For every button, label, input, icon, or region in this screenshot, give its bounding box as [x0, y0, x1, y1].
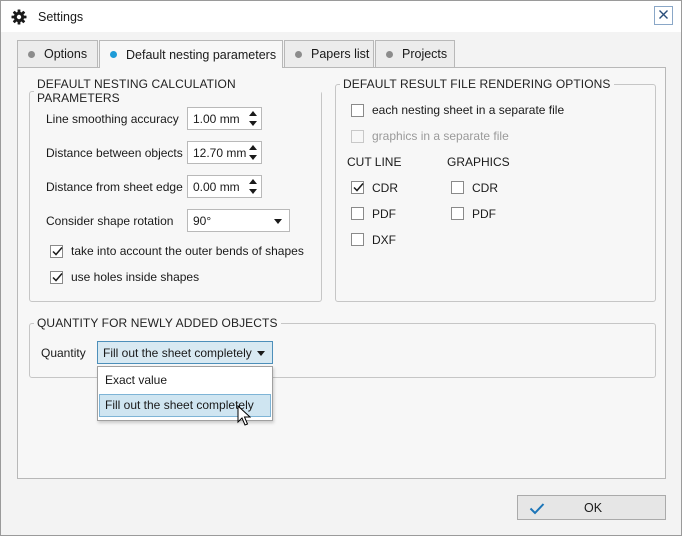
checkmark-icon — [52, 273, 63, 282]
distance-edge-spinner[interactable]: 0.00 mm — [187, 175, 262, 198]
ok-button[interactable]: OK — [517, 495, 666, 520]
quantity-value: Fill out the sheet completely — [103, 346, 252, 360]
distance-objects-label: Distance between objects — [46, 146, 183, 160]
tab-dot-icon — [386, 50, 393, 58]
close-icon — [658, 9, 669, 23]
cut-line-dxf-checkbox[interactable] — [351, 233, 364, 246]
distance-edge-label: Distance from sheet edge — [46, 180, 183, 194]
cut-line-dxf-label: DXF — [372, 233, 396, 247]
distance-objects-value: 12.70 mm — [193, 146, 247, 160]
cut-line-pdf-label: PDF — [372, 207, 396, 221]
line-smoothing-spinner[interactable]: 1.00 mm — [187, 107, 262, 130]
tab-label: Papers list — [311, 47, 370, 61]
increment-icon[interactable] — [249, 179, 257, 184]
close-button[interactable] — [654, 6, 673, 25]
holes-inside-label: use holes inside shapes — [71, 270, 200, 284]
distance-edge-value: 0.00 mm — [193, 180, 240, 194]
decrement-icon[interactable] — [249, 155, 257, 160]
shape-rotation-value: 90° — [193, 214, 212, 228]
tab-options[interactable]: Options — [17, 40, 98, 67]
line-smoothing-value: 1.00 mm — [193, 112, 240, 126]
tab-label: Projects — [402, 47, 448, 61]
quantity-label: Quantity — [41, 346, 86, 360]
tab-dot-icon — [110, 51, 117, 58]
dropdown-option-exact-value[interactable]: Exact value — [99, 369, 271, 392]
increment-icon[interactable] — [249, 111, 257, 116]
spinner-arrows[interactable] — [245, 142, 261, 163]
checkmark-icon — [353, 183, 364, 192]
checkmark-icon — [529, 502, 545, 518]
graphics-pdf-checkbox[interactable] — [451, 207, 464, 220]
shape-rotation-label: Consider shape rotation — [46, 214, 174, 228]
calc-params-legend: DEFAULT NESTING CALCULATION PARAMETERS — [37, 77, 236, 105]
dialog-title: Settings — [38, 10, 84, 24]
line-smoothing-label: Line smoothing accuracy — [46, 112, 179, 126]
settings-dialog: Settings Options Default nesting paramet… — [0, 0, 682, 536]
spinner-arrows[interactable] — [245, 176, 261, 197]
quantity-legend: QUANTITY FOR NEWLY ADDED OBJECTS — [37, 316, 278, 330]
tab-dot-icon — [295, 50, 302, 58]
tab-default-nesting-parameters[interactable]: Default nesting parameters — [99, 40, 283, 68]
distance-objects-spinner[interactable]: 12.70 mm — [187, 141, 262, 164]
outer-bends-checkbox[interactable] — [50, 245, 63, 258]
mouse-cursor-icon — [237, 404, 252, 430]
spinner-arrows[interactable] — [245, 108, 261, 129]
separate-file-label: each nesting sheet in a separate file — [372, 103, 565, 117]
ok-label: OK — [584, 501, 603, 515]
cut-line-cdr-label: CDR — [372, 181, 398, 195]
graphics-separate-checkbox — [351, 130, 364, 143]
graphics-cdr-label: CDR — [472, 181, 498, 195]
tab-label: Default nesting parameters — [126, 47, 277, 62]
decrement-icon[interactable] — [249, 121, 257, 126]
graphics-separate-label: graphics in a separate file — [372, 129, 509, 143]
gear-icon — [11, 9, 27, 25]
separate-file-checkbox[interactable] — [351, 104, 364, 117]
title-bar: Settings — [1, 1, 681, 32]
graphics-pdf-label: PDF — [472, 207, 496, 221]
tab-label: Options — [44, 47, 88, 61]
rendering-options-legend: DEFAULT RESULT FILE RENDERING OPTIONS — [343, 77, 611, 91]
tab-projects[interactable]: Projects — [375, 40, 455, 67]
cut-line-pdf-checkbox[interactable] — [351, 207, 364, 220]
chevron-down-icon — [257, 351, 265, 356]
holes-inside-checkbox[interactable] — [50, 271, 63, 284]
cut-line-cdr-checkbox[interactable] — [351, 181, 364, 194]
graphics-header: GRAPHICS — [447, 155, 510, 169]
shape-rotation-select[interactable]: 90° — [187, 209, 290, 232]
checkmark-icon — [52, 247, 63, 256]
quantity-select[interactable]: Fill out the sheet completely — [97, 341, 273, 364]
tab-dot-icon — [28, 50, 35, 58]
decrement-icon[interactable] — [249, 189, 257, 194]
tab-papers-list[interactable]: Papers list — [284, 40, 374, 67]
chevron-down-icon — [274, 219, 282, 224]
outer-bends-label: take into account the outer bends of sha… — [71, 244, 304, 258]
graphics-cdr-checkbox[interactable] — [451, 181, 464, 194]
cut-line-header: CUT LINE — [347, 155, 402, 169]
increment-icon[interactable] — [249, 145, 257, 150]
